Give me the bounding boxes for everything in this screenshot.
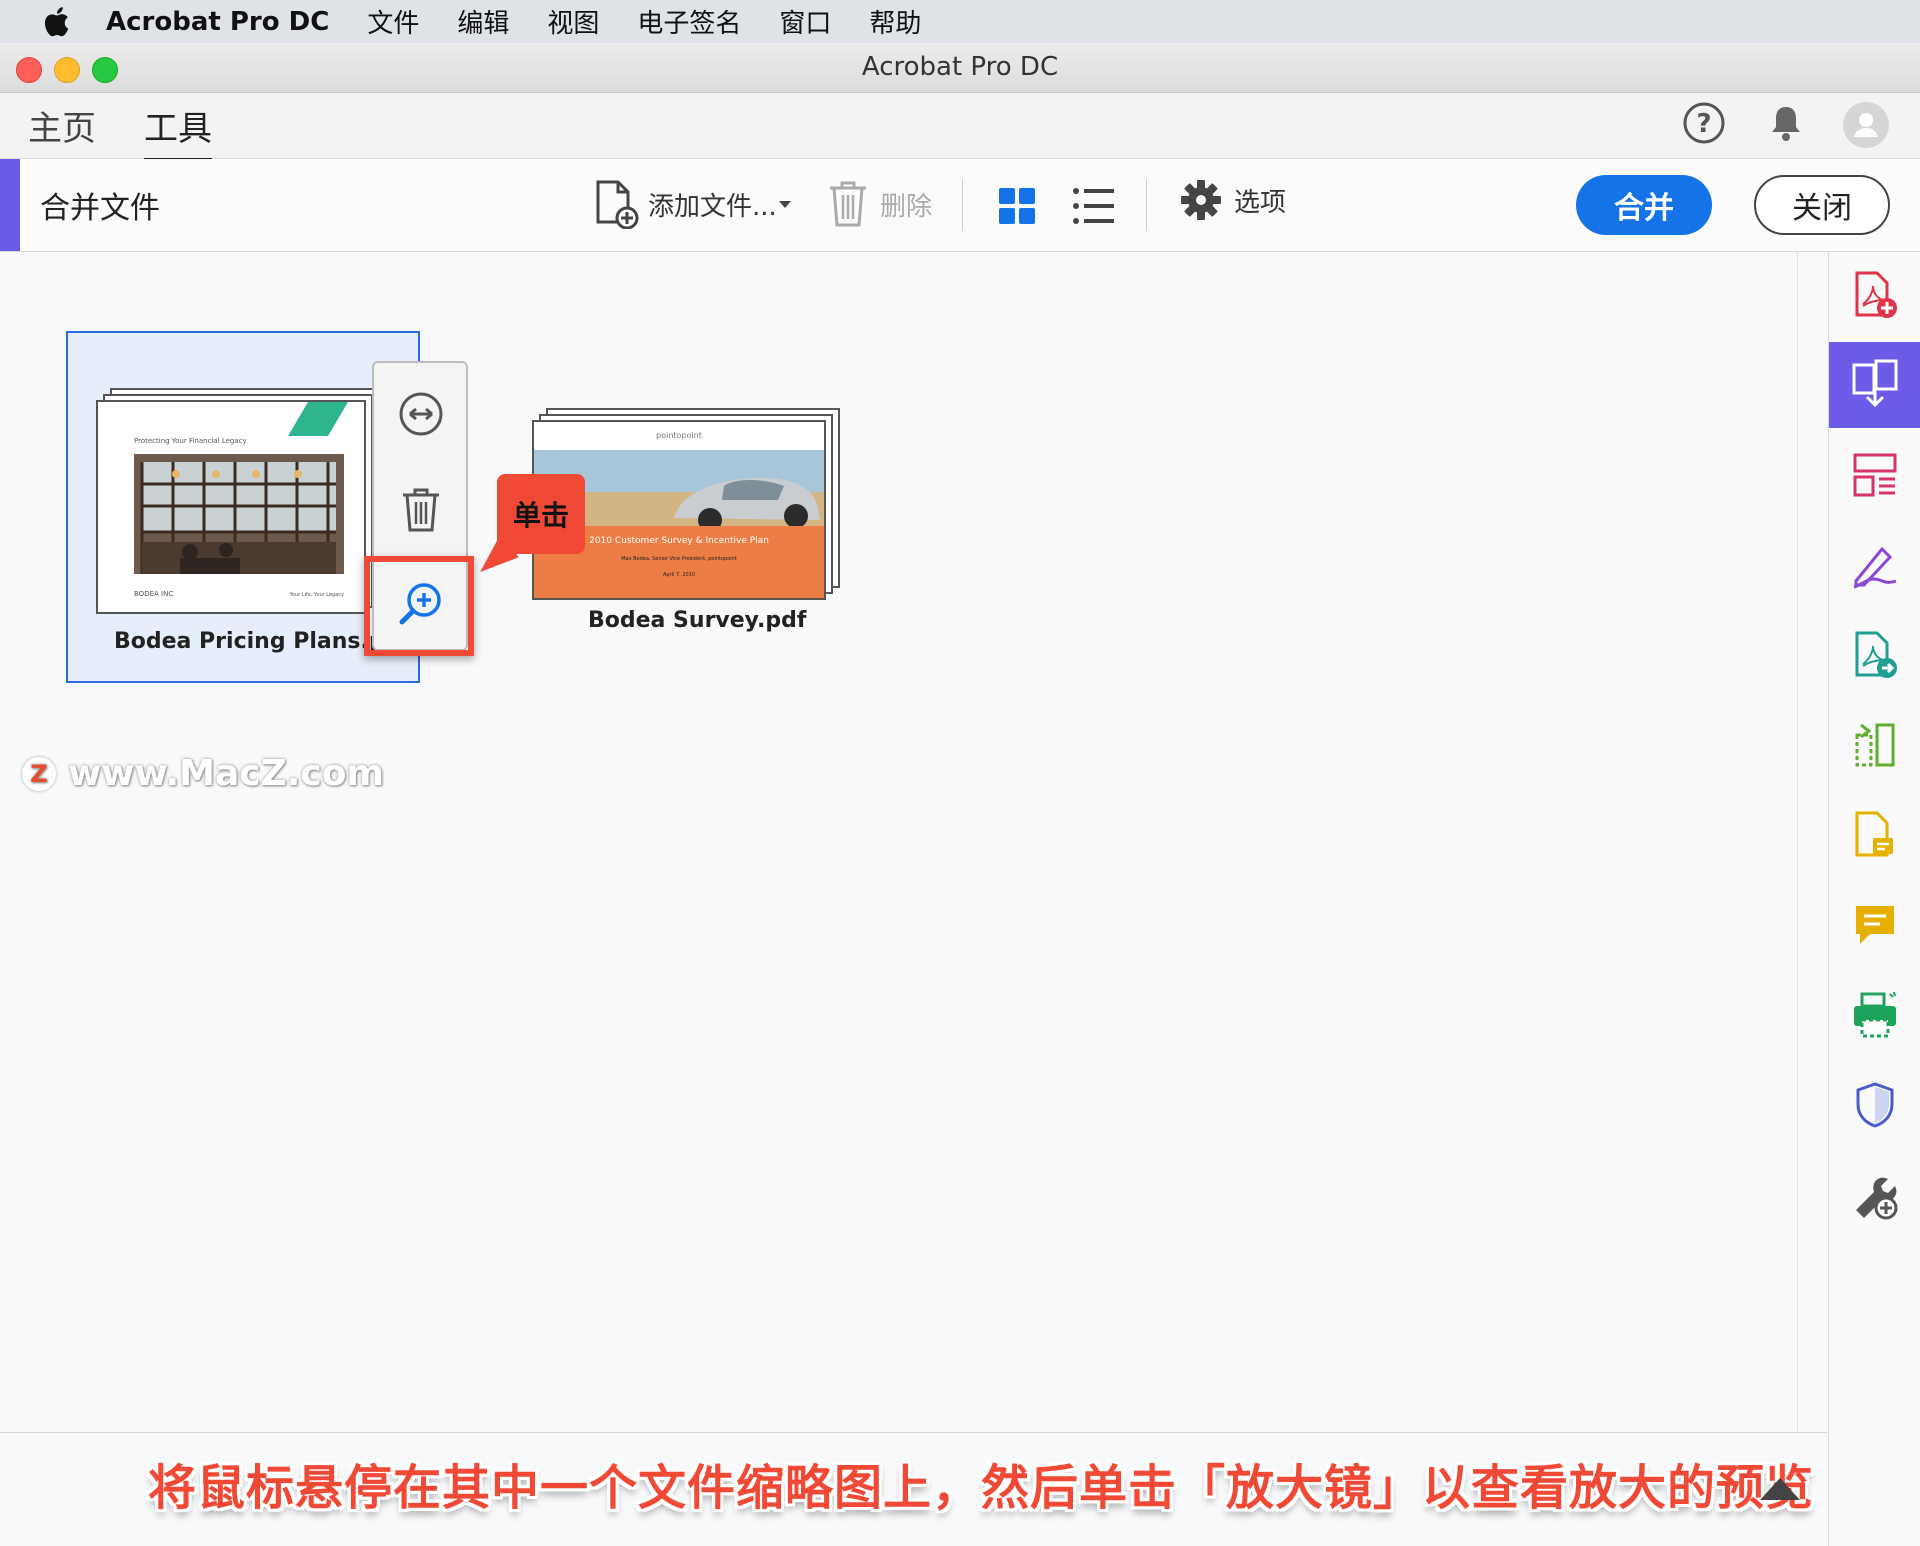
slide-title: Protecting Your Financial Legacy [134,437,247,445]
svg-text:?: ? [1696,109,1711,139]
window-title: Acrobat Pro DC [861,52,1059,82]
window-zoom-button[interactable] [92,57,118,83]
tab-home[interactable]: 主页 [28,101,96,158]
add-file-icon [596,180,639,229]
chevron-down-icon [778,201,791,208]
trash-icon [403,488,439,532]
slide-footer-left: BODEA INC [134,590,173,598]
slide-subtitle: Max Bodea, Senior Vice President, pointo… [621,556,737,562]
file-name: Bodea Survey.pdf [588,608,807,633]
organize-pages-icon[interactable] [1829,432,1920,518]
protect-icon[interactable] [1829,1062,1920,1148]
bottom-divider [0,1432,1827,1433]
compress-pdf-icon[interactable] [1829,702,1920,788]
toolbar-divider [962,179,963,231]
watermark: Z www.MacZ.com [22,753,384,794]
edit-pdf-icon[interactable] [1829,792,1920,878]
list-view-icon[interactable] [1072,187,1114,225]
top-nav: 主页 工具 ? [0,93,1920,162]
delete-file-button[interactable] [396,485,446,535]
content-scrollbar[interactable] [1797,252,1798,1432]
window-minimize-button[interactable] [54,57,80,83]
combine-button[interactable]: 合并 [1576,175,1712,235]
help-icon[interactable]: ? [1682,101,1726,145]
close-button[interactable]: 关闭 [1754,175,1890,235]
more-tools-icon[interactable] [1829,1152,1920,1238]
zoom-highlight-box [364,556,474,656]
trash-icon [830,181,866,227]
window-close-button[interactable] [16,57,42,83]
slide-title: 2010 Customer Survey & Incentive Plan [589,536,769,546]
slide-date: April 7, 2010 [663,572,695,578]
watermark-text: www.MacZ.com [68,753,384,794]
avatar-icon[interactable] [1842,101,1890,149]
print-production-icon[interactable] [1829,972,1920,1058]
tab-tools[interactable]: 工具 [144,101,212,162]
tool-bar: 合并文件 添加文件... 删除 选项 合并 关闭 [0,159,1920,252]
add-files-label: 添加文件... [648,191,777,222]
click-callout: 单击 [497,474,585,554]
watermark-logo: Z [22,756,56,791]
menu-item-help[interactable]: 帮助 [869,3,921,40]
delete-button[interactable]: 删除 [826,179,932,229]
menu-item-view[interactable]: 视图 [547,3,599,40]
caret-up-icon[interactable] [1760,1478,1800,1500]
menu-bar: Acrobat Pro DC 文件 编辑 视图 电子签名 窗口 帮助 [0,0,1920,43]
export-pdf-icon[interactable] [1829,612,1920,698]
tool-title: 合并文件 [40,191,160,226]
menu-item-edit[interactable]: 编辑 [457,3,509,40]
comment-icon[interactable] [1829,882,1920,968]
slide-brand: pointopoint [656,431,702,440]
slide-image: Protecting Your Financial Legacy BODEA I… [98,402,364,612]
options-label: 选项 [1234,187,1287,218]
expand-pages-button[interactable] [396,389,446,439]
slide-preview: Protecting Your Financial Legacy BODEA I… [96,400,366,614]
gear-icon [1181,180,1221,220]
toolbar-divider [1146,179,1147,231]
window-title-bar: Acrobat Pro DC [0,43,1920,93]
menu-item-file[interactable]: 文件 [367,3,419,40]
delete-label: 删除 [880,191,933,222]
instruction-caption: 将鼠标悬停在其中一个文件缩略图上，然后单击「放大镜」以查看放大的预览 [148,1460,1815,1516]
expand-pages-icon [399,392,443,436]
menu-app-name[interactable]: Acrobat Pro DC [106,7,329,37]
menu-item-esign[interactable]: 电子签名 [637,3,741,40]
grid-view-icon[interactable] [998,187,1036,225]
fill-sign-icon[interactable] [1829,522,1920,608]
tools-sidebar [1828,252,1920,1546]
tool-accent-bar [0,159,20,251]
add-files-button[interactable]: 添加文件... [594,179,793,229]
slide-footer-right: Your Life, Your Legacy [289,592,344,598]
apple-logo-icon[interactable] [40,4,76,40]
options-button[interactable]: 选项 [1180,179,1286,221]
combine-files-icon[interactable] [1829,342,1920,428]
bell-icon[interactable] [1764,101,1808,145]
menu-item-window[interactable]: 窗口 [779,3,831,40]
create-pdf-icon[interactable] [1829,252,1920,338]
